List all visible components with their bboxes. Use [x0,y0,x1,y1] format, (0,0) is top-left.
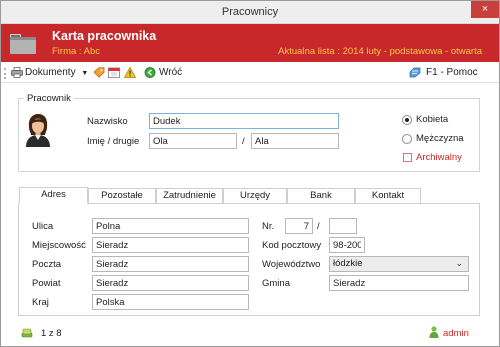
gender-female-label: Kobieta [416,114,449,125]
records-icon [21,328,33,338]
chevron-down-icon: ▼ [81,70,89,77]
county-input[interactable] [92,275,249,291]
flat-number-input[interactable] [329,218,357,234]
toolbar-grip[interactable] [4,68,6,79]
employee-section-label: Pracownik [24,93,74,104]
house-number-input[interactable] [285,218,313,234]
close-button[interactable]: × [471,1,499,18]
back-button[interactable]: Wróć [159,67,182,78]
street-label: Ulica [32,221,54,232]
post-input[interactable] [92,256,249,272]
header-banner: Karta pracownika Firma : Abc Aktualna li… [1,24,499,62]
toolbar: Dokumenty ▼ Wróć F1 - Pomoc [1,63,499,83]
tab-adres[interactable]: Adres [19,187,88,204]
status-bar: 1 z 8 admin [1,323,499,345]
post-label: Poczta [32,259,62,270]
street-input[interactable] [92,218,249,234]
folder-icon [10,34,36,54]
second-name-input[interactable] [251,133,339,149]
first-name-input[interactable] [149,133,237,149]
archived-label: Archiwalny [416,152,462,163]
tab-urzedy[interactable]: Urzędy [223,188,287,204]
postcode-label: Kod pocztowy [262,240,322,251]
surname-input[interactable] [149,113,339,129]
firm-label: Firma : Abc [52,46,101,57]
title-bar: Pracownicy × [1,1,499,24]
number-label: Nr. [262,221,275,232]
window-title: Pracownicy [221,6,279,18]
country-label: Kraj [32,297,49,308]
tab-kontakt[interactable]: Kontakt [355,188,421,204]
voivodeship-label: Województwo [262,259,321,270]
current-user: admin [443,328,469,339]
postcode-input[interactable] [329,237,365,253]
city-label: Miejscowość [32,240,86,251]
city-input[interactable] [92,237,249,253]
person-avatar-icon [26,114,50,147]
help-button[interactable]: F1 - Pomoc [426,67,478,78]
commune-input[interactable] [329,275,469,291]
back-icon[interactable] [144,67,156,78]
name-separator: / [242,136,245,147]
record-counter: 1 z 8 [41,328,62,339]
tab-zatrudnienie[interactable]: Zatrudnienie [156,188,223,204]
user-icon [429,326,439,338]
gender-female-radio[interactable] [402,115,412,125]
page-title: Karta pracownika [52,29,157,43]
voivodeship-value: łódzkie [333,258,363,269]
tag-icon[interactable] [93,67,105,78]
gender-male-radio[interactable] [402,134,412,144]
voivodeship-select[interactable]: łódzkie ⌄ [329,256,469,272]
country-input[interactable] [92,294,249,310]
calendar-icon[interactable] [108,67,120,78]
tab-bank[interactable]: Bank [287,188,355,204]
help-icon[interactable] [409,67,421,78]
printer-icon[interactable] [11,67,23,78]
tab-pozostale[interactable]: Pozostałe [88,188,156,204]
warning-icon[interactable] [124,67,136,78]
documents-menu[interactable]: Dokumenty ▼ [25,67,88,78]
commune-label: Gmina [262,278,290,289]
current-list-label: Aktualna lista : 2014 luty - podstawowa … [278,46,482,57]
gender-male-label: Mężczyzna [416,133,464,144]
surname-label: Nazwisko [87,116,128,127]
county-label: Powiat [32,278,61,289]
employees-window: Pracownicy × Karta pracownika Firma : Ab… [0,0,500,347]
first-names-label: Imię / drugie [87,136,140,147]
documents-label: Dokumenty [25,67,76,78]
chevron-down-icon: ⌄ [455,258,463,268]
number-separator: / [317,221,320,232]
archived-checkbox[interactable] [403,153,412,162]
